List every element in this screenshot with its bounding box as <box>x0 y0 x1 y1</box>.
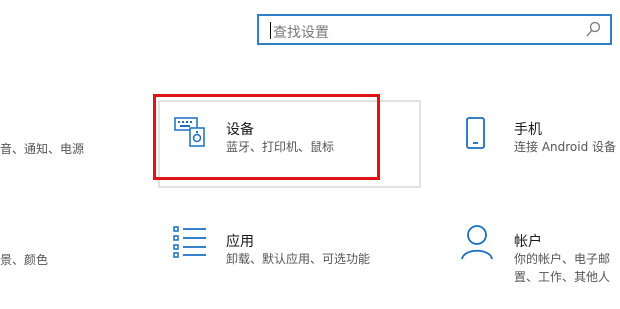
accounts-desc-line1: 你的帐户、电子邮 <box>514 252 611 266</box>
phone-title: 手机 <box>514 122 542 138</box>
accounts-desc-line2: 置、工作、其他人 <box>514 270 611 284</box>
personalization-tile-desc-partial[interactable]: 景、颜色 <box>0 251 48 268</box>
apps-desc: 卸载、默认应用、可选功能 <box>226 252 371 266</box>
text-caret <box>270 22 271 39</box>
search-icon[interactable] <box>585 21 601 39</box>
devices-icon <box>174 117 205 147</box>
phone-icon <box>466 117 485 149</box>
apps-icon <box>173 226 206 258</box>
phone-tile[interactable]: 手机 连接 Android 设备 <box>450 100 620 186</box>
phone-desc: 连接 Android 设备 <box>514 140 617 154</box>
apps-tile[interactable]: 应用 卸载、默认应用、可选功能 <box>160 212 420 298</box>
search-box[interactable]: 查找设置 <box>257 14 612 45</box>
accounts-title: 帐户 <box>514 234 542 250</box>
devices-title: 设备 <box>226 122 254 138</box>
apps-title: 应用 <box>226 234 254 250</box>
account-icon <box>461 225 493 260</box>
devices-desc: 蓝牙、打印机、鼠标 <box>226 140 335 154</box>
accounts-tile[interactable]: 帐户 你的帐户、电子邮 置、工作、其他人 <box>450 212 620 298</box>
system-tile-desc-partial[interactable]: 音、通知、电源 <box>0 140 84 157</box>
devices-tile[interactable]: 设备 蓝牙、打印机、鼠标 <box>160 100 420 186</box>
search-placeholder: 查找设置 <box>273 25 329 41</box>
